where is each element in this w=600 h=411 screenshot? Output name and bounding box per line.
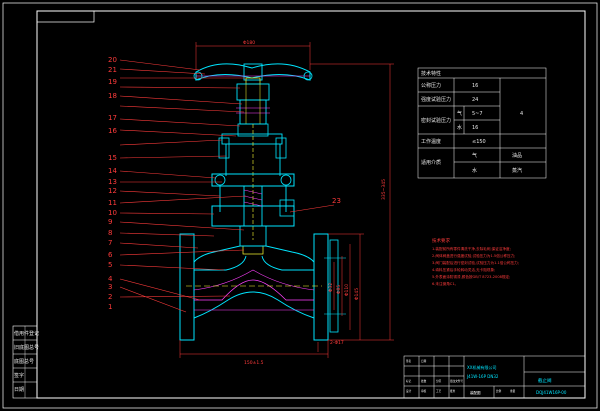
left-signature-strip: 借用件登记 旧底图总号 底图总号 签字 日期: [12, 325, 39, 399]
cad-drawing-canvas: 借用件登记 旧底图总号 底图总号 签字 日期 20 21 19 18 17 16…: [2, 2, 598, 409]
title-cell: 处数: [421, 379, 427, 383]
part-label: 21: [108, 66, 117, 74]
valve-assembly-drawing: [119, 42, 394, 358]
dim-flange-bc: Φ110: [344, 284, 350, 296]
tech-req-line: 4.填料压紧后手轮转动灵活,无卡阻现象;: [432, 267, 495, 272]
part-label: 9: [108, 218, 112, 226]
tech-req-title: 技术要求: [432, 237, 450, 244]
title-cell: 更改文件号: [450, 379, 463, 383]
dimension-texts: Φ180 150±1.5 335~345 Φ145 Φ110 Φ85 Φ32 2…: [243, 40, 387, 366]
left-strip-cell: 底图总号: [14, 358, 34, 365]
spec-row-value: 气: [472, 152, 477, 159]
dim-right-height: 335~345: [381, 179, 387, 200]
dim-flange-od: Φ145: [354, 288, 360, 300]
dim-bottom-note: 2-Φ17: [330, 340, 344, 346]
left-strip-cell: 签字: [14, 372, 24, 379]
tech-req-line: 1.装配前所有零件清洗干净,去除毛刺,保证洁净度;: [432, 246, 511, 251]
dim-bottom-width: 150±1.5: [244, 360, 264, 366]
part-label: 4: [108, 275, 113, 283]
title-sheet: 装配图: [470, 390, 481, 395]
part-label: 2: [108, 293, 112, 301]
part-label: 20: [108, 56, 117, 64]
spec-row-value: 水: [472, 167, 477, 174]
tech-req-line: 6.未注倒角C1。: [432, 281, 458, 286]
spec-row-value: 24: [472, 97, 478, 103]
part-label: 14: [108, 167, 117, 175]
left-strip-cell: 日期: [14, 387, 24, 393]
spec-row-value: 16: [472, 125, 478, 131]
tech-requirements: 技术要求 1.装配前所有零件清洗干净,去除毛刺,保证洁净度; 2.阀体阀盖进行强…: [432, 237, 519, 286]
title-cell: 批准: [450, 389, 456, 393]
title-block-text: XX机械有限公司 J41W-16P DN32 截止阀 DQJ41W16P-00 …: [406, 359, 567, 395]
tech-req-line: 2.阀体阀盖进行强度试验,试验压力为1.5倍公称压力;: [432, 253, 515, 258]
tech-req-line: 3.阀门装配后进行密封试验,试验压力为1.1倍公称压力;: [432, 260, 519, 265]
spec-row-label: 适用介质: [421, 159, 441, 166]
title-cell: 日期: [421, 359, 427, 363]
title-drawing-name: 截止阀: [538, 377, 552, 384]
title-drawing-no: J41W-16P DN32: [466, 374, 499, 379]
spec-row-label: 强度试验压力: [421, 96, 451, 103]
inner-frame: [36, 10, 586, 399]
spec-row-note: 油品: [512, 152, 522, 159]
spec-row-note: 4: [520, 111, 523, 117]
title-cell: 工艺: [436, 389, 442, 393]
spec-row-value: 16: [472, 83, 478, 89]
spec-table-text: 技术特性 公称压力 16 强度试验压力 24 密封试验压力 气 5~7 4 水 …: [421, 70, 523, 174]
spec-table-title: 技术特性: [421, 70, 441, 77]
frame-tag-box: [36, 10, 95, 23]
left-strip-cell: 借用件登记: [14, 330, 39, 337]
spec-row-value: 5~7: [472, 111, 483, 117]
dim-flange-id: Φ85: [336, 285, 342, 294]
left-strip-cell: 旧底图总号: [14, 344, 39, 351]
title-cell: 审核: [421, 389, 427, 393]
part-label: 17: [108, 114, 117, 122]
spec-row-value: ≤150: [472, 139, 486, 145]
title-cell: 签名: [406, 359, 412, 363]
bonnet-yoke-arms: [218, 123, 287, 240]
part-number-labels: 20 21 19 18 17 16 15 14 13 12 11 10 9 8 …: [108, 56, 341, 311]
outer-border: [2, 2, 598, 409]
handwheel: [193, 63, 313, 85]
part-label: 3: [108, 283, 112, 291]
part-label: 10: [108, 209, 117, 217]
part-label: 13: [108, 178, 117, 186]
spec-row-note: 蒸汽: [512, 167, 522, 174]
part-label: 5: [108, 261, 112, 269]
part-label: 11: [108, 199, 117, 207]
title-company: XX机械有限公司: [467, 364, 496, 370]
spec-row-sub: 水: [457, 124, 462, 131]
title-cell: 设计: [406, 389, 412, 393]
spec-row-label: 工作温度: [421, 138, 441, 145]
part-label: 18: [108, 92, 117, 100]
part-label: 19: [108, 78, 117, 86]
title-cell: 重量: [510, 389, 516, 393]
title-code: DQJ41W16P-00: [536, 390, 567, 395]
part-label: 8: [108, 229, 112, 237]
title-cell: 比例: [496, 389, 502, 393]
part-label: 1: [108, 303, 112, 311]
spec-row-label: 公称压力: [421, 82, 441, 89]
title-cell: 分区: [436, 379, 442, 383]
title-cell: 标记: [406, 379, 412, 383]
dim-flange-bore: Φ32: [328, 283, 334, 292]
side-part-label: 23: [332, 197, 341, 205]
tech-req-line: 5.外表面涂防锈漆,颜色按GB/T 8723-2008规定;: [432, 274, 510, 279]
part-label: 12: [108, 187, 117, 195]
part-label: 15: [108, 154, 117, 162]
spec-row-label: 密封试验压力: [421, 117, 451, 124]
part-label: 6: [108, 251, 113, 259]
valve-body: [179, 233, 329, 341]
flange-section: [324, 239, 346, 333]
dim-top-width: Φ180: [243, 40, 255, 46]
spec-row-sub: 气: [457, 110, 462, 117]
part-label: 7: [108, 239, 112, 247]
part-label: 16: [108, 127, 117, 135]
